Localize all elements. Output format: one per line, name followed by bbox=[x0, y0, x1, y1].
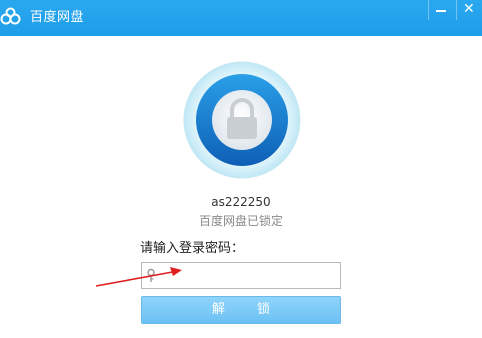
close-icon: ✕ bbox=[463, 1, 475, 17]
unlock-button[interactable]: 解 锁 bbox=[141, 296, 341, 324]
title-button-separator bbox=[428, 0, 429, 20]
minimize-button[interactable] bbox=[428, 0, 454, 20]
baidu-netdisk-logo-icon bbox=[0, 7, 21, 25]
account-username: as222250 bbox=[211, 195, 271, 209]
app-window: 百度网盘 ✕ as222250 百度网盘已锁定 请输入登录密码： 解 锁 bbox=[0, 0, 482, 338]
annotation-arrow-icon bbox=[95, 267, 182, 287]
title-bar[interactable]: 百度网盘 ✕ bbox=[0, 0, 482, 36]
close-button[interactable]: ✕ bbox=[456, 0, 482, 20]
title-button-separator bbox=[456, 0, 457, 20]
locked-avatar bbox=[183, 61, 301, 179]
password-label: 请输入登录密码： bbox=[140, 241, 245, 256]
window-title: 百度网盘 bbox=[30, 10, 85, 25]
minimize-icon bbox=[436, 10, 446, 12]
lock-status-text: 百度网盘已锁定 bbox=[198, 214, 283, 228]
